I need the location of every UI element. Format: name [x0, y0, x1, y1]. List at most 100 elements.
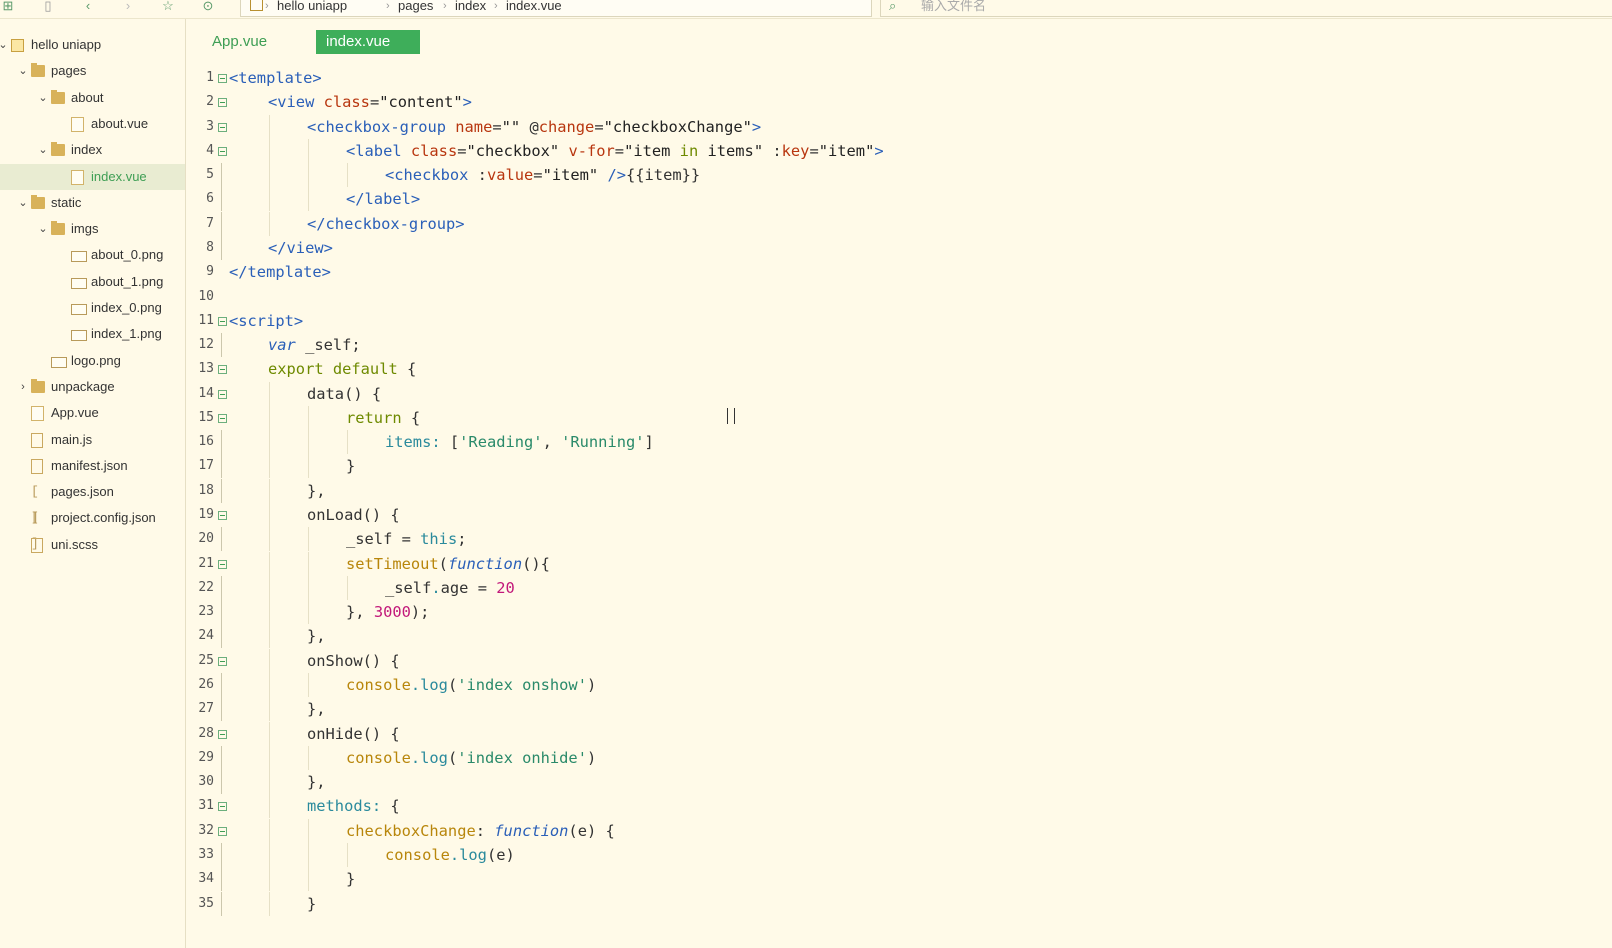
run-icon[interactable]: ⊙: [200, 0, 216, 14]
chevron-down-icon[interactable]: ⌄: [17, 190, 29, 216]
search-placeholder[interactable]: 输入文件名: [921, 0, 986, 12]
code-token: <checkbox: [385, 166, 478, 185]
code-line[interactable]: 31 methods: {: [186, 794, 1612, 819]
chevron-down-icon[interactable]: ⌄: [17, 58, 29, 84]
code-line[interactable]: 28 onHide() {: [186, 721, 1612, 746]
sidebar-item[interactable]: about_0.png: [0, 242, 185, 268]
breadcrumb-item[interactable]: pages: [398, 0, 433, 12]
code-line[interactable]: 32 checkboxChange: function(e) {: [186, 818, 1612, 843]
sidebar-item[interactable]: about_1.png: [0, 269, 185, 295]
tab-index-vue[interactable]: index.vue: [316, 30, 420, 54]
fold-toggle-icon[interactable]: [218, 413, 227, 423]
sidebar-item[interactable]: logo.png: [0, 348, 185, 374]
sidebar-item[interactable]: ⌄ static: [0, 190, 185, 216]
forward-icon[interactable]: ›: [120, 0, 136, 14]
code-line[interactable]: 14 data() {: [186, 381, 1612, 406]
code-line[interactable]: 35}: [186, 891, 1612, 916]
sidebar-item[interactable]: index_1.png: [0, 321, 185, 347]
fold-toggle-icon[interactable]: [218, 656, 227, 666]
sidebar-item[interactable]: uni.scss: [0, 532, 185, 558]
code-line[interactable]: 20 _self = this;: [186, 527, 1612, 552]
sidebar-item[interactable]: about.vue: [0, 111, 185, 137]
sidebar-item[interactable]: index.vue: [0, 163, 185, 190]
code-line[interactable]: 27},: [186, 697, 1612, 722]
sidebar-item[interactable]: [ ] pages.json: [0, 479, 185, 525]
code-text: <label class="checkbox" v-for="item in i…: [346, 139, 884, 163]
breadcrumb[interactable]: › hello uniapp › pages › index › index.v…: [240, 0, 872, 17]
sidebar-item[interactable]: main.js: [0, 427, 185, 453]
code-line[interactable]: 17}: [186, 454, 1612, 479]
chevron-down-icon[interactable]: ⌄: [37, 137, 49, 163]
code-line[interactable]: 5 <checkbox :value="item" />{{item}}: [186, 163, 1612, 188]
fold-toggle-icon[interactable]: [218, 122, 227, 132]
code-text: setTimeout(function(){: [346, 552, 550, 576]
code-token: items": [698, 141, 773, 160]
fold-toggle-icon[interactable]: [218, 146, 227, 156]
fold-toggle-icon[interactable]: [218, 729, 227, 739]
fold-toggle-icon[interactable]: [218, 802, 227, 812]
code-editor[interactable]: App.vue index.vue 1 <template> 2 <view clas…: [186, 19, 1612, 948]
code-line[interactable]: 18},: [186, 478, 1612, 503]
code-line[interactable]: 19 onLoad() {: [186, 503, 1612, 528]
chevron-right-icon[interactable]: ›: [17, 374, 29, 400]
file-search-box[interactable]: ⌕ 输入文件名: [880, 0, 1612, 17]
fold-toggle-icon[interactable]: [218, 559, 227, 569]
chevron-down-icon[interactable]: ⌄: [37, 85, 49, 111]
fold-toggle-icon[interactable]: [218, 389, 227, 399]
fold-toggle-icon[interactable]: [218, 98, 227, 108]
code-line[interactable]: 22 _self.age = 20: [186, 575, 1612, 600]
code-line[interactable]: 4 <label class="checkbox" v-for="item in …: [186, 138, 1612, 163]
sidebar-item[interactable]: › unpackage: [0, 374, 185, 400]
code-line[interactable]: 33 console.log(e): [186, 842, 1612, 867]
code-line[interactable]: 2 <view class="content">: [186, 90, 1612, 114]
code-line[interactable]: 29 console.log('index onhide'): [186, 745, 1612, 770]
breadcrumb-item[interactable]: index: [455, 0, 486, 12]
breadcrumb-item[interactable]: hello uniapp: [277, 0, 347, 12]
fold-toggle-icon[interactable]: [218, 365, 227, 375]
sidebar-item[interactable]: ⌄ about: [0, 85, 185, 111]
breadcrumb-item[interactable]: index.vue: [506, 0, 562, 12]
code-line[interactable]: 3 <checkbox-group name="" @change="checkb…: [186, 114, 1612, 139]
code-line[interactable]: 8 </view>: [186, 235, 1612, 260]
fold-toggle-icon[interactable]: [218, 826, 227, 836]
code-line[interactable]: 26 console.log('index onshow'): [186, 673, 1612, 697]
sidebar-item[interactable]: manifest.json: [0, 453, 185, 479]
sidebar-item[interactable]: ⌄ hello uniapp: [0, 32, 185, 58]
code-line[interactable]: 16 items: ['Reading', 'Running']: [186, 430, 1612, 455]
code-line[interactable]: 15 return {: [186, 405, 1612, 430]
sidebar-item[interactable]: index_0.png: [0, 295, 185, 321]
code-line[interactable]: 24},: [186, 624, 1612, 649]
tab-app-vue[interactable]: App.vue: [202, 30, 277, 54]
save-icon[interactable]: ▯: [40, 0, 56, 14]
line-number: 23: [198, 604, 214, 620]
fold-toggle-icon[interactable]: [218, 316, 227, 326]
sidebar-item[interactable]: ⌄ pages: [0, 58, 185, 84]
sidebar-item[interactable]: [ ] project.config.json: [0, 505, 185, 551]
code-line[interactable]: 25 onShow() {: [186, 648, 1612, 673]
back-icon[interactable]: ‹: [80, 0, 96, 14]
code-text: }: [346, 454, 355, 478]
code-token: ): [586, 676, 597, 694]
code-line[interactable]: 11 <script>: [186, 309, 1612, 333]
fold-toggle-icon[interactable]: [218, 74, 227, 83]
code-text: onHide() {: [307, 722, 400, 746]
code-line[interactable]: 12 var _self;: [186, 333, 1612, 358]
chevron-down-icon[interactable]: ⌄: [37, 216, 49, 242]
code-line[interactable]: 10: [186, 285, 1612, 309]
code-line[interactable]: 13 export default {: [186, 357, 1612, 381]
new-file-icon[interactable]: ⊞: [0, 0, 16, 14]
code-line[interactable]: 7 </checkbox-group>: [186, 211, 1612, 236]
code-line[interactable]: 1 <template>: [186, 66, 1612, 90]
sidebar-item[interactable]: ⌄ index: [0, 137, 185, 163]
code-line[interactable]: 6 </label>: [186, 187, 1612, 212]
sidebar-item[interactable]: App.vue: [0, 400, 185, 426]
code-line[interactable]: 9 </template>: [186, 260, 1612, 284]
sidebar-item[interactable]: ⌄ imgs: [0, 216, 185, 242]
code-line[interactable]: 23}, 3000);: [186, 600, 1612, 625]
code-line[interactable]: 21 setTimeout(function(){: [186, 551, 1612, 576]
code-line[interactable]: 30},: [186, 770, 1612, 795]
star-icon[interactable]: ☆: [160, 0, 176, 14]
chevron-down-icon[interactable]: ⌄: [0, 32, 9, 58]
code-line[interactable]: 34}: [186, 867, 1612, 892]
fold-toggle-icon[interactable]: [218, 511, 227, 521]
